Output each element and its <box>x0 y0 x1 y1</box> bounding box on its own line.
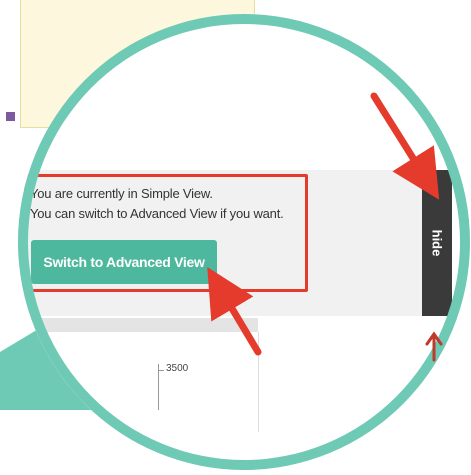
chart-y-tick-label: 3500 <box>166 363 189 374</box>
hide-tab-label: hide <box>429 229 445 257</box>
zoomed-screenshot: You are currently in Simple View. You ca… <box>0 0 471 475</box>
annotation-highlight-box <box>24 174 308 292</box>
chart-area <box>18 332 259 432</box>
chart-y-tick <box>158 370 164 371</box>
magnifier-lens: You are currently in Simple View. You ca… <box>18 14 470 470</box>
chart-header-strip <box>18 318 258 332</box>
hide-sidebar-tab[interactable]: hide <box>422 170 452 316</box>
